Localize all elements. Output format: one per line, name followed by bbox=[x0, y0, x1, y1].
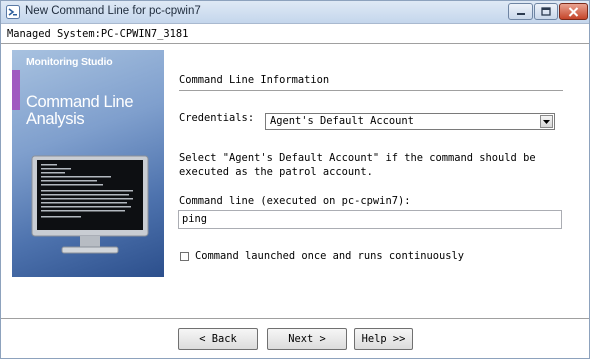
maximize-icon bbox=[541, 7, 551, 16]
continuous-checkbox[interactable] bbox=[180, 252, 189, 261]
banner-title-line1: Command Line bbox=[26, 93, 134, 111]
minimize-button[interactable] bbox=[508, 3, 533, 20]
back-button[interactable]: < Back bbox=[178, 328, 258, 350]
maximize-button[interactable] bbox=[534, 3, 558, 20]
close-icon bbox=[568, 6, 579, 17]
banner-title: Command Line Analysis bbox=[26, 94, 133, 128]
credentials-selected-value: Agent's Default Account bbox=[270, 115, 414, 127]
credentials-label: Credentials: bbox=[179, 112, 255, 124]
credentials-select[interactable]: Agent's Default Account bbox=[265, 113, 555, 130]
continuous-checkbox-label[interactable]: Command launched once and runs continuou… bbox=[195, 250, 464, 262]
footer-divider-highlight bbox=[1, 319, 589, 320]
dialog-window: New Command Line for pc-cpwin7 Managed S… bbox=[0, 0, 590, 359]
wizard-banner: Monitoring Studio Command Line Analysis bbox=[12, 50, 164, 277]
credentials-help-text: Select "Agent's Default Account" if the … bbox=[179, 152, 536, 178]
header-divider-highlight bbox=[1, 44, 589, 45]
command-line-label: Command line (executed on pc-cpwin7): bbox=[179, 195, 411, 207]
command-line-input[interactable]: ping bbox=[178, 210, 562, 229]
help-button[interactable]: Help >> bbox=[354, 328, 413, 350]
managed-system-label: Managed System:PC-CPWIN7_3181 bbox=[7, 28, 189, 40]
banner-accent-bar bbox=[12, 70, 20, 110]
app-icon bbox=[6, 5, 20, 19]
banner-brand: Monitoring Studio bbox=[26, 56, 113, 68]
minimize-icon bbox=[516, 13, 525, 15]
monitor-illustration-icon bbox=[31, 155, 149, 254]
dropdown-arrow-button[interactable] bbox=[540, 115, 553, 128]
banner-title-line2: Analysis bbox=[26, 110, 85, 128]
window-title: New Command Line for pc-cpwin7 bbox=[25, 5, 201, 17]
next-button[interactable]: Next > bbox=[267, 328, 347, 350]
chevron-down-icon bbox=[543, 119, 550, 124]
title-bar[interactable]: New Command Line for pc-cpwin7 bbox=[1, 1, 589, 24]
section-title: Command Line Information bbox=[179, 74, 330, 86]
section-divider bbox=[179, 90, 563, 91]
close-button[interactable] bbox=[559, 3, 588, 20]
